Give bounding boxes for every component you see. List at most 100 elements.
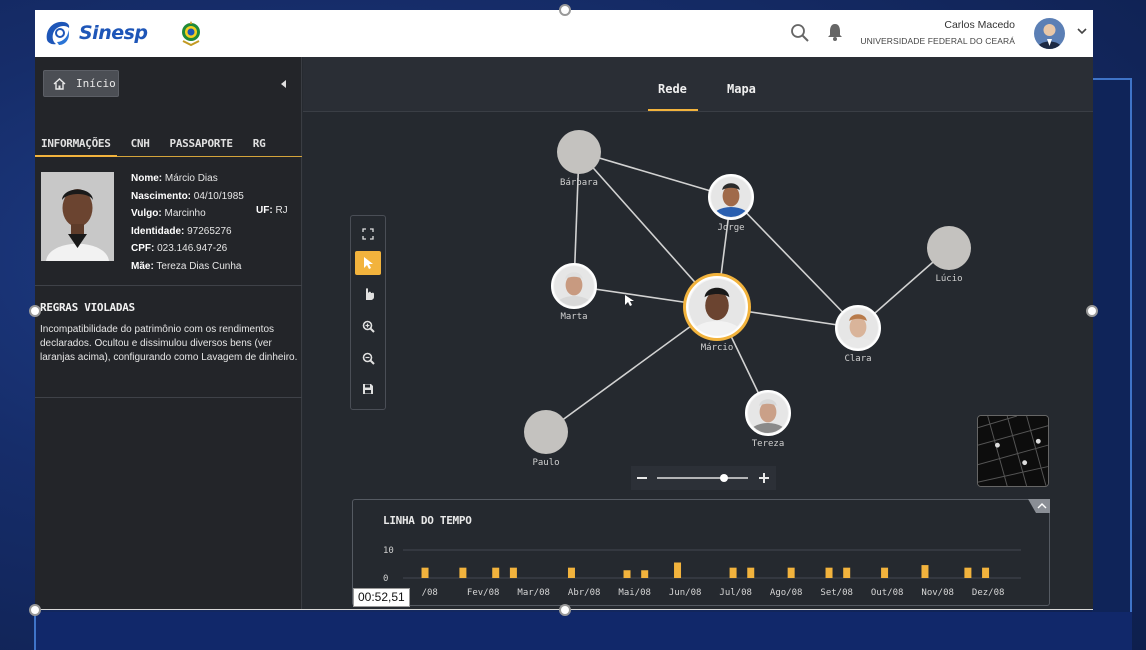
graph-node-paulo[interactable] [524,410,568,454]
search-icon[interactable] [790,23,810,43]
network-graph[interactable]: Bárbara Jorge Lúcio Marta Márcio Clara Tereza P… [303,113,1093,493]
timeline-bar[interactable] [921,565,929,578]
timeline-bar[interactable] [843,567,851,578]
timeline-bar[interactable] [674,562,682,579]
user-avatar[interactable] [1034,18,1065,49]
user-organization: UNIVERSIDADE FEDERAL DO CEARÁ [860,36,1015,46]
graph-node-label: Marta [560,312,588,322]
tab-cnh[interactable]: CNH [125,135,156,157]
timeline-bar[interactable] [492,567,500,578]
timeline-y-tick: 10 [383,546,394,556]
graph-node-lucio[interactable] [927,226,971,270]
person-info: Nome: Márcio Dias Nascimento: 04/10/1985… [131,170,301,276]
tab-passaporte[interactable]: PASSAPORTE [164,135,239,157]
app-window: Sinesp Carlos Macedo UNIVERSIDADE FEDERA… [35,10,1093,610]
graph-node-barbara[interactable] [557,130,601,174]
timeline-month-label: Mar/08 [517,588,550,598]
timeline-bar[interactable] [623,570,631,578]
zoom-slider-handle [720,474,728,482]
info-cpf: CPF: 023.146.947-26 [131,243,228,255]
timeline-month-label: /08 [421,588,438,598]
sidebar: Início INFORMAÇÕES CNH PASSAPORTE RG Nom… [35,57,302,610]
zoom-in-button[interactable] [355,314,381,338]
resize-handle-left[interactable] [29,305,41,317]
collapse-sidebar-icon[interactable] [279,79,287,89]
select-tool-button[interactable] [355,251,381,275]
timeline-bar[interactable] [747,567,755,578]
graph-canvas[interactable] [303,113,1093,493]
timeline-bar[interactable] [509,567,517,578]
sinesp-logo[interactable]: Sinesp [43,18,148,48]
main-panel: Rede Mapa Bárbara Jorge Lúcio Marta Márcio Cl… [303,57,1093,610]
pointer-icon [364,257,373,269]
timeline-bar[interactable] [567,567,575,578]
resize-handle-bottom[interactable] [559,604,571,616]
hand-icon [365,288,374,300]
graph-node-clara[interactable] [835,305,881,360]
timeline-bar[interactable] [459,567,467,578]
timeline-panel: LINHA DO TEMPO 10 0 /08 Fev/08 Mar/08 Abr/08… [352,499,1050,606]
timeline-month-label: Jul/08 [719,588,752,598]
person-photo [554,266,594,306]
info-nome: Nome: Márcio Dias [131,173,218,184]
active-tab-indicator [648,109,698,111]
timeline-month-label: Set/08 [820,588,853,598]
zoom-slider[interactable] [631,466,776,490]
chevron-down-icon[interactable] [1076,25,1088,37]
view-tabs: Rede Mapa [303,57,1093,112]
rules-text: Incompatibilidade do patrimônio com os r… [40,324,298,363]
graph-node-jorge[interactable] [708,174,754,229]
tab-mapa[interactable]: Mapa [727,82,756,96]
zoom-out-button[interactable] [355,346,381,370]
info-nascimento: Nascimento: 04/10/1985 [131,190,244,202]
background-frame-bottom [34,612,1132,650]
home-icon [53,77,66,90]
resize-handle-right[interactable] [1086,305,1098,317]
timeline-bar[interactable] [641,570,649,578]
graph-node-label: Lúcio [935,274,963,284]
timeline-month-label: Out/08 [870,588,904,598]
resize-handle-top[interactable] [559,4,571,16]
graph-node-label: Clara [844,354,872,364]
user-name: Carlos Macedo [944,19,1015,31]
info-mae: Mãe: Tereza Dias Cunha [131,260,242,272]
brazil-crest-icon [182,21,200,47]
timeline-month-label: Nov/08 [921,588,954,598]
timeline-bar[interactable] [729,567,737,578]
zoom-out-icon [362,352,375,365]
graph-node-marcio[interactable] [683,273,751,352]
timeline-bar[interactable] [421,567,429,578]
save-button[interactable] [355,377,381,401]
timeline-bar[interactable] [982,567,990,578]
save-icon [363,384,373,394]
info-identidade: Identidade: 97265276 [131,225,232,237]
info-tabs: INFORMAÇÕES CNH PASSAPORTE RG [35,135,302,157]
sinesp-logo-icon [46,21,70,45]
home-button[interactable]: Início [43,70,119,97]
timeline-bar[interactable] [881,567,889,578]
graph-node-label: Tereza [751,439,785,449]
bell-icon[interactable] [826,22,844,42]
tab-rede[interactable]: Rede [658,82,687,96]
graph-toolbar [350,215,386,410]
timeline-bar[interactable] [787,567,795,578]
zoom-in-icon [362,320,375,333]
person-photo [711,177,751,217]
timeline-month-label: Fev/08 [466,588,500,598]
timeline-bar[interactable] [964,567,972,578]
resize-handle-bottom-left[interactable] [29,604,41,616]
timeline-bar[interactable] [825,567,833,578]
timeline-month-label: Ago/08 [769,588,803,598]
tab-rg[interactable]: RG [247,135,272,157]
graph-node-marta[interactable] [551,263,597,318]
fullscreen-button[interactable] [355,222,381,246]
graph-node-label: Paulo [532,458,560,468]
graph-minimap[interactable] [977,415,1049,487]
sidebar-divider [35,285,302,286]
video-timestamp: 00:52,51 [353,588,410,607]
pan-tool-button[interactable] [355,282,381,306]
timeline-month-label: Jun/08 [668,588,702,598]
graph-node-label: Márcio [700,343,734,353]
tab-informacoes[interactable]: INFORMAÇÕES [35,135,117,157]
graph-node-tereza[interactable] [745,390,791,445]
